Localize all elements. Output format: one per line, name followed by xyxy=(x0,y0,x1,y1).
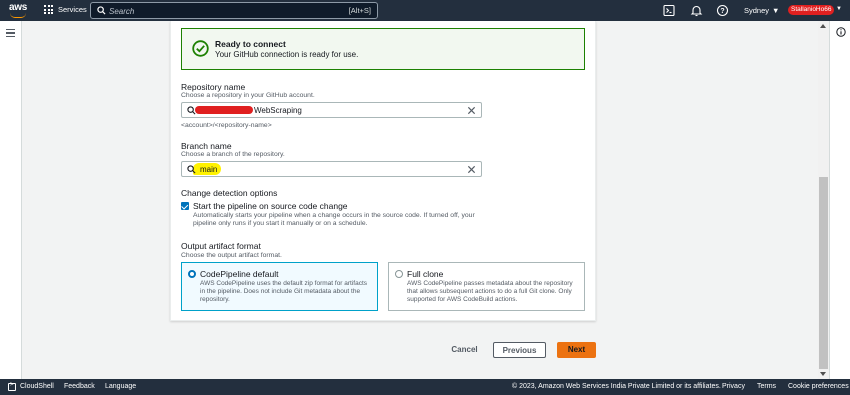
search-icon xyxy=(187,165,196,174)
bell-icon[interactable] xyxy=(690,4,703,17)
hamburger-menu-icon[interactable] xyxy=(6,29,15,39)
previous-button[interactable]: Previous xyxy=(493,342,546,358)
full-clone-option[interactable]: Full clone AWS CodePipeline passes metad… xyxy=(388,262,585,311)
region-label: Sydney xyxy=(744,6,770,15)
search-box[interactable]: [Alt+S] xyxy=(90,2,378,19)
grid-icon xyxy=(44,5,53,14)
branch-select[interactable]: main xyxy=(181,161,482,177)
footer-copyright: © 2023, Amazon Web Services India Privat… xyxy=(512,383,721,390)
info-icon[interactable] xyxy=(836,27,846,37)
alert-title: Ready to connect xyxy=(215,39,286,49)
branch-label: Branch name xyxy=(181,141,232,151)
checkbox-description-line-1: Automatically starts your pipeline when … xyxy=(193,212,475,219)
cancel-button[interactable]: Cancel xyxy=(447,342,482,358)
search-icon xyxy=(97,6,106,15)
footer-bar: CloudShell Feedback Language © 2023, Ama… xyxy=(0,379,850,395)
top-navigation-bar: aws Services [Alt+S] ? Sydney ▼ Stallani… xyxy=(0,0,850,21)
radio-button-selected[interactable] xyxy=(188,270,196,278)
services-menu-button[interactable]: Services xyxy=(44,5,87,14)
change-detection-label: Change detection options xyxy=(181,188,278,198)
checkbox-description-line-2: pipeline only runs if you start it manua… xyxy=(193,220,368,227)
right-help-rail xyxy=(829,21,850,379)
next-button[interactable]: Next xyxy=(557,342,596,358)
repository-value: WebScraping xyxy=(254,106,302,115)
region-selector[interactable]: Sydney ▼ xyxy=(744,6,779,15)
start-on-change-checkbox[interactable] xyxy=(181,202,189,210)
footer-cookie-preferences-link[interactable]: Cookie preferences xyxy=(788,383,849,390)
repository-description: Choose a repository in your GitHub accou… xyxy=(181,92,315,99)
footer-feedback-link[interactable]: Feedback xyxy=(64,383,95,390)
repository-label: Repository name xyxy=(181,82,246,92)
account-menu[interactable]: StallanioHo66 xyxy=(788,5,834,15)
option-title: CodePipeline default xyxy=(200,269,279,279)
footer-language-link[interactable]: Language xyxy=(105,383,136,390)
search-shortcut-hint: [Alt+S] xyxy=(348,6,371,15)
option-title: Full clone xyxy=(407,269,444,279)
scroll-thumb[interactable] xyxy=(819,177,828,369)
footer-privacy-link[interactable]: Privacy xyxy=(722,383,745,390)
codepipeline-default-option[interactable]: CodePipeline default AWS CodePipeline us… xyxy=(181,262,378,311)
help-icon[interactable]: ? xyxy=(716,4,729,17)
connection-success-alert: Ready to connect Your GitHub connection … xyxy=(181,28,585,70)
cloudshell-icon[interactable] xyxy=(663,4,676,17)
success-check-icon xyxy=(192,40,209,57)
account-label: StallanioHo66 xyxy=(791,6,832,13)
scroll-down-arrow-icon[interactable] xyxy=(820,372,826,376)
caret-down-icon: ▼ xyxy=(772,6,780,15)
clear-icon[interactable] xyxy=(467,106,476,115)
page-scrollbar[interactable] xyxy=(818,21,829,379)
repository-select[interactable]: WebScraping xyxy=(181,102,482,118)
redacted-account-mark xyxy=(195,106,253,114)
aws-smile-icon xyxy=(10,13,26,18)
aws-logo[interactable]: aws xyxy=(9,3,29,18)
checkbox-label[interactable]: Start the pipeline on source code change xyxy=(193,201,348,211)
scroll-up-arrow-icon[interactable] xyxy=(820,24,826,28)
svg-text:?: ? xyxy=(720,8,724,15)
services-label: Services xyxy=(58,5,87,14)
aws-logo-text: aws xyxy=(9,2,28,13)
cloudshell-icon[interactable] xyxy=(8,382,16,391)
repository-format-hint: <account>/<repository-name> xyxy=(181,122,272,129)
output-format-description: Choose the output artifact format. xyxy=(181,252,282,259)
branch-value: main xyxy=(200,165,218,174)
caret-down-icon: ▼ xyxy=(836,6,842,12)
branch-description: Choose a branch of the repository. xyxy=(181,151,285,158)
alert-description: Your GitHub connection is ready for use. xyxy=(215,50,359,59)
left-navigation-rail xyxy=(0,21,22,379)
footer-terms-link[interactable]: Terms xyxy=(757,383,776,390)
option-description: AWS CodePipeline passes metadata about t… xyxy=(407,280,573,303)
footer-cloudshell-link[interactable]: CloudShell xyxy=(20,383,54,390)
option-description: AWS CodePipeline uses the default zip fo… xyxy=(200,280,368,303)
output-format-label: Output artifact format xyxy=(181,241,261,251)
search-input[interactable] xyxy=(109,5,309,17)
radio-button[interactable] xyxy=(395,270,403,278)
clear-icon[interactable] xyxy=(467,165,476,174)
